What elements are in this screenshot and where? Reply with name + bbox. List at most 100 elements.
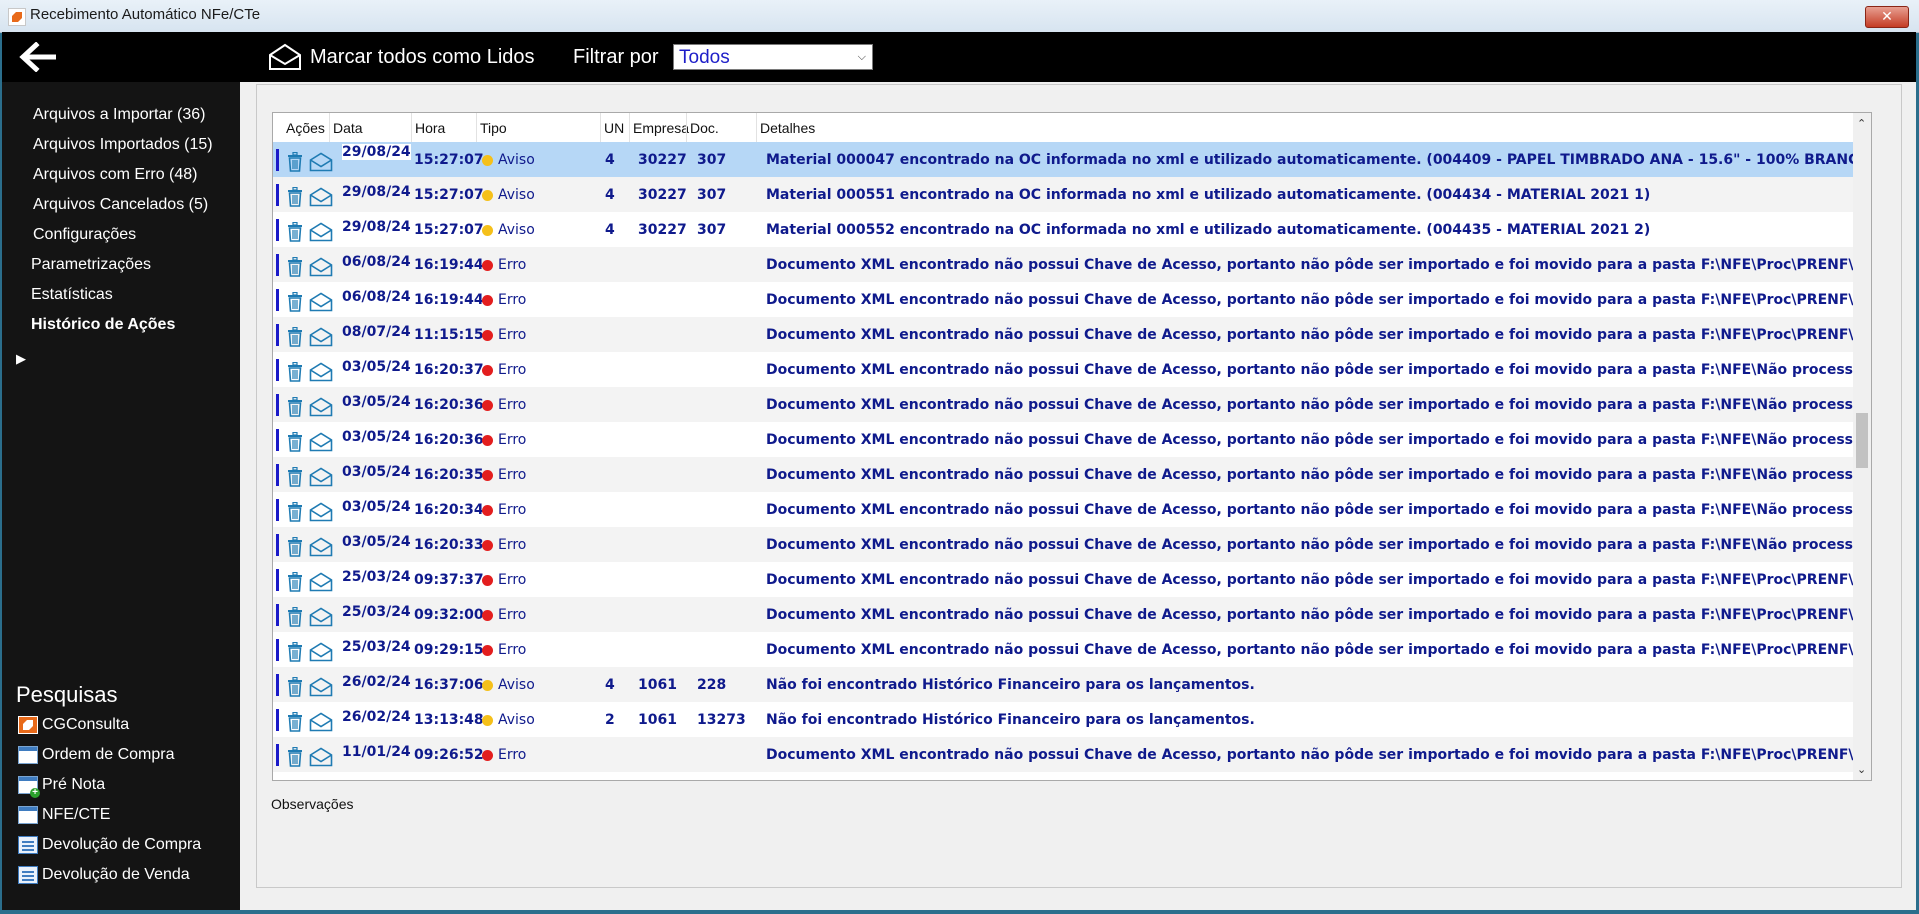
table-row[interactable]: 03/05/24 16:20:34 Erro Documento XML encont… — [273, 492, 1856, 527]
sidebar-item-arquivos-importar[interactable]: Arquivos a Importar (36) — [33, 106, 206, 124]
filter-select[interactable]: Todos ⌵ — [673, 44, 873, 70]
mark-read-action[interactable] — [309, 292, 333, 317]
envelope-open-icon — [309, 642, 333, 662]
table-row[interactable]: 03/05/24 16:20:33 Erro Documento XML encont… — [273, 527, 1856, 562]
table-row[interactable]: 06/08/24 16:19:44 Erro Documento XML encont… — [273, 282, 1856, 317]
sidebar-item-estatisticas[interactable]: Estatísticas — [31, 286, 113, 304]
delete-action[interactable] — [287, 326, 303, 352]
search-link-devolucao-venda[interactable]: Devolução de Venda — [18, 866, 190, 884]
cell-time: 09:26:52 — [414, 747, 484, 763]
sidebar-item-parametrizacoes[interactable]: Parametrizações — [31, 256, 151, 274]
table-row[interactable]: 29/08/24 15:27:07 Aviso 4 30227 307 Material 0… — [273, 142, 1856, 177]
mark-read-action[interactable] — [309, 537, 333, 562]
mark-read-action[interactable] — [309, 397, 333, 422]
delete-action[interactable] — [287, 466, 303, 492]
delete-action[interactable] — [287, 571, 303, 597]
scroll-down-icon[interactable]: ⌄ — [1857, 763, 1866, 776]
delete-action[interactable] — [287, 396, 303, 422]
sidebar-item-arquivos-importados[interactable]: Arquivos Importados (15) — [33, 136, 213, 154]
cell-type: Aviso — [482, 712, 535, 728]
sidebar-item-arquivos-cancelados[interactable]: Arquivos Cancelados (5) — [33, 196, 208, 214]
delete-action[interactable] — [287, 291, 303, 317]
table-row[interactable]: 03/05/24 16:20:37 Erro Documento XML encont… — [273, 352, 1856, 387]
mark-read-action[interactable] — [309, 432, 333, 457]
trash-icon — [288, 256, 302, 277]
sidebar-item-configuracoes[interactable]: Configurações — [33, 226, 136, 244]
delete-action[interactable] — [287, 536, 303, 562]
header-tipo[interactable]: Tipo — [480, 120, 507, 136]
sidebar-item-arquivos-erro[interactable]: Arquivos com Erro (48) — [33, 166, 198, 184]
chevron-down-icon[interactable]: ⌵ — [858, 50, 866, 64]
delete-action[interactable] — [287, 711, 303, 737]
cell-type-label: Aviso — [498, 222, 535, 238]
delete-action[interactable] — [287, 606, 303, 632]
status-dot-icon — [482, 469, 493, 481]
mark-read-action[interactable] — [309, 677, 333, 702]
trash-icon — [288, 746, 302, 767]
back-arrow-icon[interactable] — [18, 42, 56, 72]
delete-action[interactable] — [287, 641, 303, 667]
grid-rows: 29/08/24 15:27:07 Aviso 4 30227 307 Material 0… — [273, 142, 1856, 772]
mark-all-read-button[interactable]: Marcar todos como Lidos — [268, 42, 535, 72]
header-un[interactable]: UN — [604, 120, 624, 136]
search-link-pre-nota[interactable]: Pré Nota — [18, 776, 105, 798]
mark-read-action[interactable] — [309, 152, 333, 177]
mark-read-action[interactable] — [309, 222, 333, 247]
mark-read-action[interactable] — [309, 747, 333, 772]
table-row[interactable]: 03/05/24 16:20:35 Erro Documento XML encont… — [273, 457, 1856, 492]
header-acoes[interactable]: Ações — [286, 120, 325, 136]
table-row[interactable]: 06/08/24 16:19:44 Erro Documento XML encont… — [273, 247, 1856, 282]
delete-action[interactable] — [287, 151, 303, 177]
search-link-nfe-cte[interactable]: NFE/CTE — [18, 806, 110, 824]
header-doc[interactable]: Doc. — [690, 120, 719, 136]
table-row[interactable]: 11/01/24 09:26:52 Erro Documento XML encont… — [273, 737, 1856, 772]
mark-read-action[interactable] — [309, 607, 333, 632]
table-row[interactable]: 25/03/24 09:37:37 Erro Documento XML encont… — [273, 562, 1856, 597]
status-dot-icon — [482, 329, 493, 341]
table-row[interactable]: 25/03/24 09:29:15 Erro Documento XML encont… — [273, 632, 1856, 667]
sidebar-item-historico-acoes[interactable]: Histórico de Ações — [31, 316, 175, 334]
header-detalhes[interactable]: Detalhes — [760, 120, 815, 136]
table-row[interactable]: 25/03/24 09:32:00 Erro Documento XML encont… — [273, 597, 1856, 632]
table-row[interactable]: 03/05/24 16:20:36 Erro Documento XML encont… — [273, 387, 1856, 422]
search-link-ordem-compra[interactable]: Ordem de Compra — [18, 746, 175, 764]
table-row[interactable]: 29/08/24 15:27:07 Aviso 4 30227 307 Material 0… — [273, 177, 1853, 212]
window-close-button[interactable]: ✕ — [1865, 6, 1909, 28]
delete-action[interactable] — [287, 501, 303, 527]
mark-read-action[interactable] — [309, 467, 333, 492]
table-row[interactable]: 29/08/24 15:27:07 Aviso 4 30227 307 Material 0… — [273, 212, 1853, 247]
table-row[interactable]: 26/02/24 16:37:06 Aviso 4 1061 228 Não foi enc… — [273, 667, 1853, 702]
table-row[interactable]: 08/07/24 11:15:15 Erro Documento XML encont… — [273, 317, 1856, 352]
header-hora[interactable]: Hora — [415, 120, 445, 136]
mark-read-action[interactable] — [309, 502, 333, 527]
mark-read-action[interactable] — [309, 642, 333, 667]
header-data[interactable]: Data — [333, 120, 363, 136]
scrollbar-thumb[interactable] — [1856, 413, 1868, 468]
search-link-cgconsulta[interactable]: CGConsulta — [18, 716, 129, 734]
mark-read-action[interactable] — [309, 257, 333, 282]
scroll-up-icon[interactable]: ⌃ — [1857, 117, 1866, 130]
mark-read-action[interactable] — [309, 187, 333, 212]
delete-action[interactable] — [287, 676, 303, 702]
mark-read-action[interactable] — [309, 572, 333, 597]
cell-type: Erro — [482, 292, 526, 308]
vertical-scrollbar[interactable]: ⌃ ⌄ — [1853, 113, 1871, 780]
cell-details: Não foi encontrado Histórico Financeiro … — [766, 677, 1255, 693]
mark-read-action[interactable] — [309, 712, 333, 737]
table-row[interactable]: 03/05/24 16:20:36 Erro Documento XML encont… — [273, 422, 1856, 457]
delete-action[interactable] — [287, 361, 303, 387]
status-dot-icon — [482, 644, 493, 656]
delete-action[interactable] — [287, 186, 303, 212]
mark-read-action[interactable] — [309, 327, 333, 352]
table-row[interactable]: 26/02/24 13:13:48 Aviso 2 1061 13273 Não foi e… — [273, 702, 1853, 737]
cell-doc: 307 — [697, 187, 727, 203]
delete-action[interactable] — [287, 431, 303, 457]
trash-icon — [288, 466, 302, 487]
mark-read-action[interactable] — [309, 362, 333, 387]
delete-action[interactable] — [287, 256, 303, 282]
delete-action[interactable] — [287, 746, 303, 772]
delete-action[interactable] — [287, 221, 303, 247]
cell-type-label: Aviso — [498, 152, 535, 168]
search-link-devolucao-compra[interactable]: Devolução de Compra — [18, 836, 201, 854]
header-empresa[interactable]: Empresa — [633, 120, 689, 136]
